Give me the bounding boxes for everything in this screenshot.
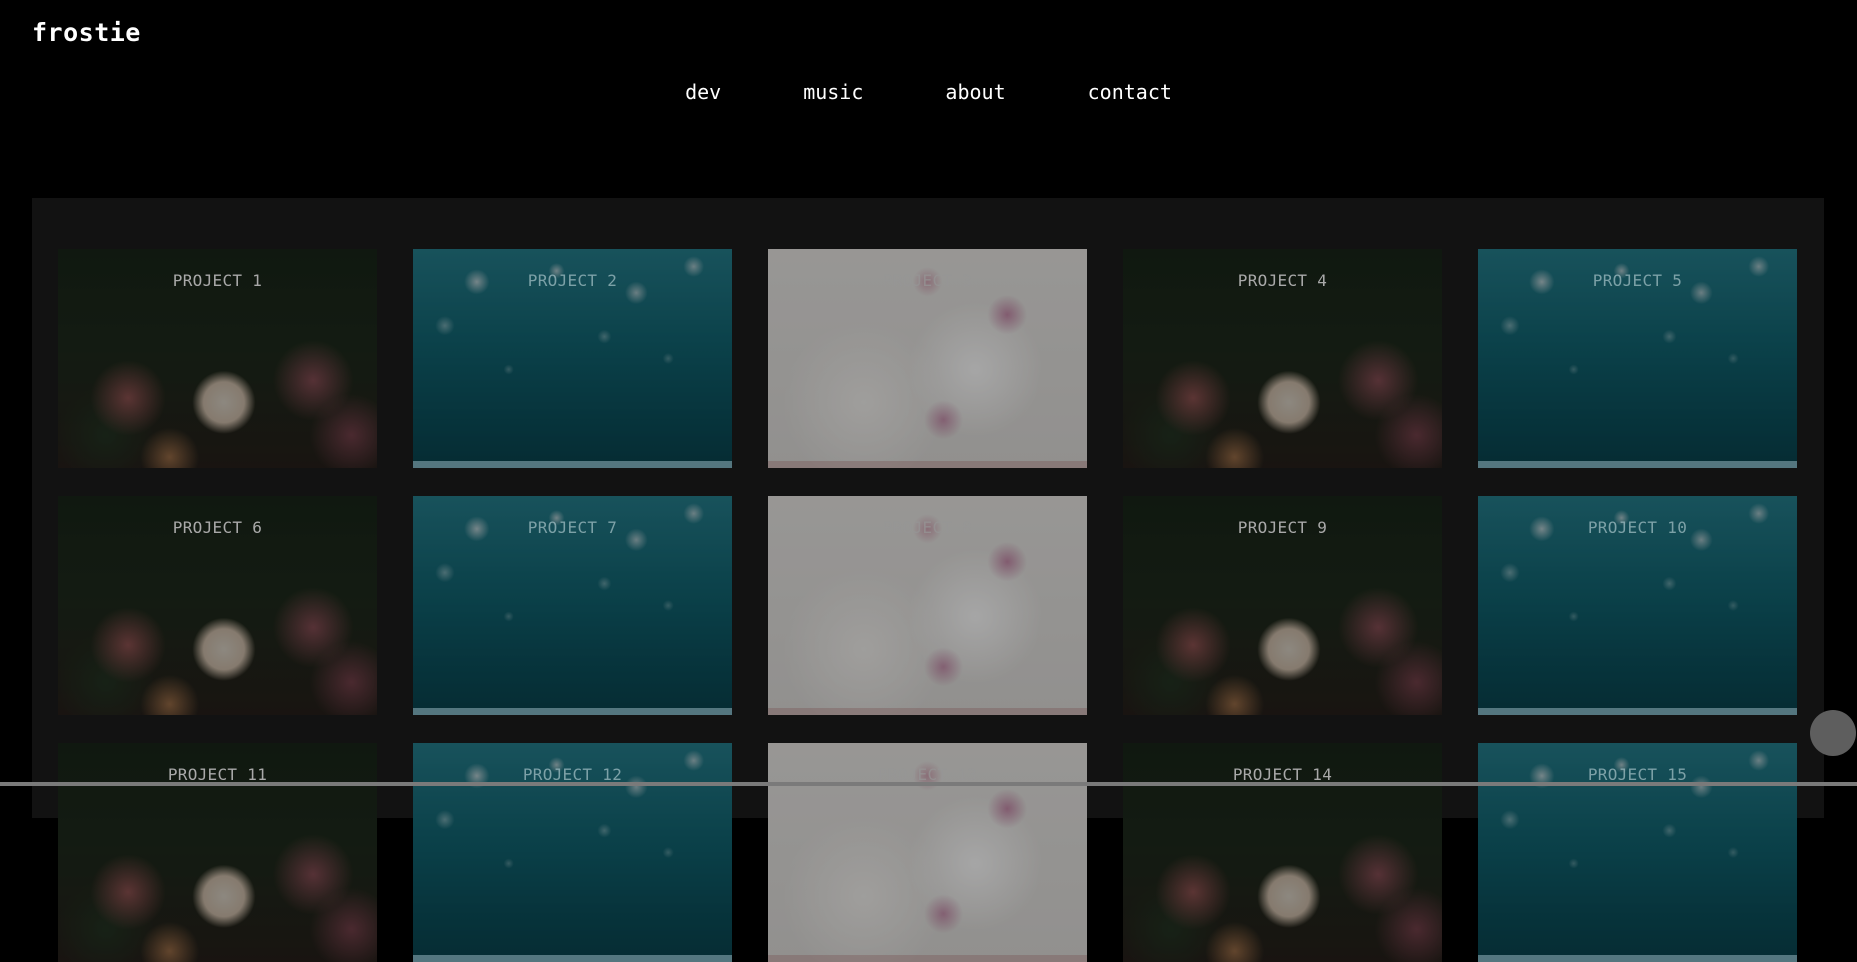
project-card[interactable]: PROJECT 4 — [1123, 249, 1442, 468]
site-logo[interactable]: frostie — [32, 18, 141, 47]
thumbnail-strip — [413, 955, 732, 962]
thumbnail-strip — [768, 461, 1087, 468]
project-card[interactable]: PROJECT 9 — [1123, 496, 1442, 715]
project-title: PROJECT 6 — [172, 518, 263, 537]
thumbnail-strip — [58, 461, 377, 468]
project-title: PROJECT 9 — [1237, 518, 1328, 537]
thumbnail-strip — [768, 955, 1087, 962]
project-title: PROJECT 3 — [882, 271, 973, 290]
project-title: PROJECT 7 — [527, 518, 618, 537]
project-card[interactable]: PROJECT 14 — [1123, 743, 1442, 962]
main-nav: dev music about contact — [0, 80, 1857, 104]
nav-link-dev[interactable]: dev — [644, 80, 762, 104]
thumbnail-strip — [413, 708, 732, 715]
thumbnail-strip — [413, 461, 732, 468]
thumbnail-strip — [1478, 461, 1797, 468]
project-card[interactable]: PROJECT 1 — [58, 249, 377, 468]
project-card[interactable]: PROJECT 2 — [413, 249, 732, 468]
project-card[interactable]: PROJECT 13 — [768, 743, 1087, 962]
thumbnail-strip — [768, 708, 1087, 715]
project-card[interactable]: PROJECT 15 — [1478, 743, 1797, 962]
thumbnail-strip — [1123, 955, 1442, 962]
project-card[interactable]: PROJECT 5 — [1478, 249, 1797, 468]
project-card[interactable]: PROJECT 6 — [58, 496, 377, 715]
project-card[interactable]: PROJECT 8 — [768, 496, 1087, 715]
thumbnail-strip — [58, 955, 377, 962]
nav-link-music[interactable]: music — [762, 80, 904, 104]
thumbnail-strip — [1478, 955, 1797, 962]
project-title: PROJECT 10 — [1587, 518, 1688, 537]
project-card[interactable]: PROJECT 12 — [413, 743, 732, 962]
nav-link-about[interactable]: about — [904, 80, 1046, 104]
project-card[interactable]: PROJECT 7 — [413, 496, 732, 715]
project-title: PROJECT 4 — [1237, 271, 1328, 290]
thumbnail-strip — [58, 708, 377, 715]
thumbnail-strip — [1478, 708, 1797, 715]
thumbnail-strip — [1123, 461, 1442, 468]
nav-link-contact[interactable]: contact — [1047, 80, 1213, 104]
bottom-divider — [0, 782, 1857, 786]
projects-grid: PROJECT 1 PROJECT 2 PROJECT 3 PROJECT 4 … — [58, 249, 1798, 962]
thumbnail-strip — [1123, 708, 1442, 715]
project-title: PROJECT 8 — [882, 518, 973, 537]
project-card[interactable]: PROJECT 3 — [768, 249, 1087, 468]
project-card[interactable]: PROJECT 10 — [1478, 496, 1797, 715]
project-title: PROJECT 1 — [172, 271, 263, 290]
project-title: PROJECT 2 — [527, 271, 618, 290]
project-title: PROJECT 5 — [1592, 271, 1683, 290]
project-card[interactable]: PROJECT 11 — [58, 743, 377, 962]
scroll-to-top-button[interactable] — [1810, 710, 1856, 756]
